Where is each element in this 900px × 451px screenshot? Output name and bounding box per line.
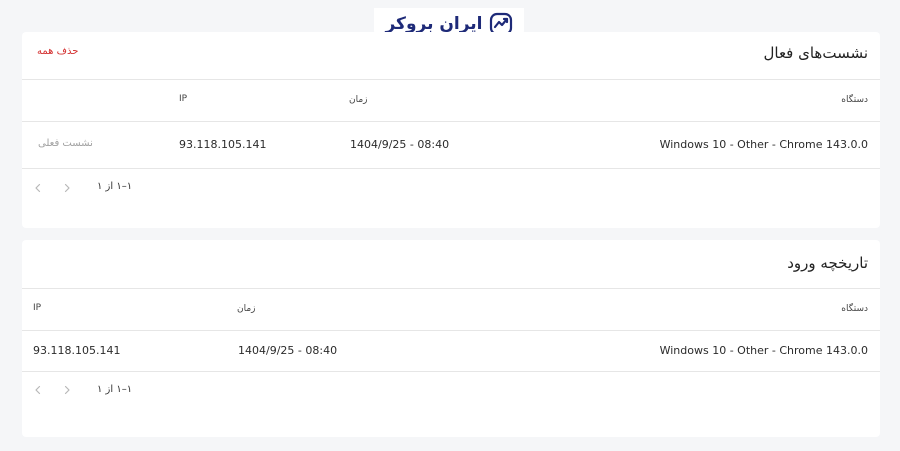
column-header-time: زمان	[349, 95, 368, 105]
login-history-card: تاریخچه ورود دستگاه زمان IP Windows 10 -…	[22, 240, 880, 437]
device-cell: Windows 10 - Other - Chrome 143.0.0	[659, 344, 868, 357]
page: ایران بروکر نشست‌های فعال حذف همه دستگاه…	[0, 0, 900, 451]
ip-cell: 93.118.105.141	[179, 138, 267, 151]
time-cell: 1404/9/25 - 08:40	[238, 344, 338, 357]
pagination-range: ۱–۱ از ۱	[97, 384, 133, 395]
device-cell: Windows 10 - Other - Chrome 143.0.0	[659, 138, 868, 151]
chevron-left-icon	[35, 183, 41, 193]
column-header-ip: IP	[179, 94, 188, 104]
logo-text: ایران بروکر	[385, 14, 483, 34]
chevron-right-icon	[64, 183, 70, 193]
time-cell: 1404/9/25 - 08:40	[350, 138, 450, 151]
divider	[22, 121, 880, 122]
delete-all-button[interactable]: حذف همه	[37, 46, 78, 57]
pagination-range: ۱–۱ از ۱	[97, 181, 133, 192]
column-header-device: دستگاه	[841, 95, 868, 105]
column-header-time: زمان	[237, 304, 256, 314]
login-history-title: تاریخچه ورود	[787, 254, 868, 272]
active-sessions-title: نشست‌های فعال	[763, 44, 868, 62]
divider	[22, 371, 880, 372]
next-page-button[interactable]	[60, 181, 74, 195]
next-page-button[interactable]	[60, 383, 74, 397]
active-sessions-card: نشست‌های فعال حذف همه دستگاه زمان IP Win…	[22, 32, 880, 228]
divider	[22, 288, 880, 289]
divider	[22, 79, 880, 80]
chevron-right-icon	[64, 385, 70, 395]
column-header-ip: IP	[33, 303, 42, 313]
ip-cell: 93.118.105.141	[33, 344, 121, 357]
current-session-label: نشست فعلی	[38, 138, 93, 149]
column-header-device: دستگاه	[841, 304, 868, 314]
prev-page-button[interactable]	[31, 383, 45, 397]
chevron-left-icon	[35, 385, 41, 395]
divider	[22, 168, 880, 169]
divider	[22, 330, 880, 331]
prev-page-button[interactable]	[31, 181, 45, 195]
